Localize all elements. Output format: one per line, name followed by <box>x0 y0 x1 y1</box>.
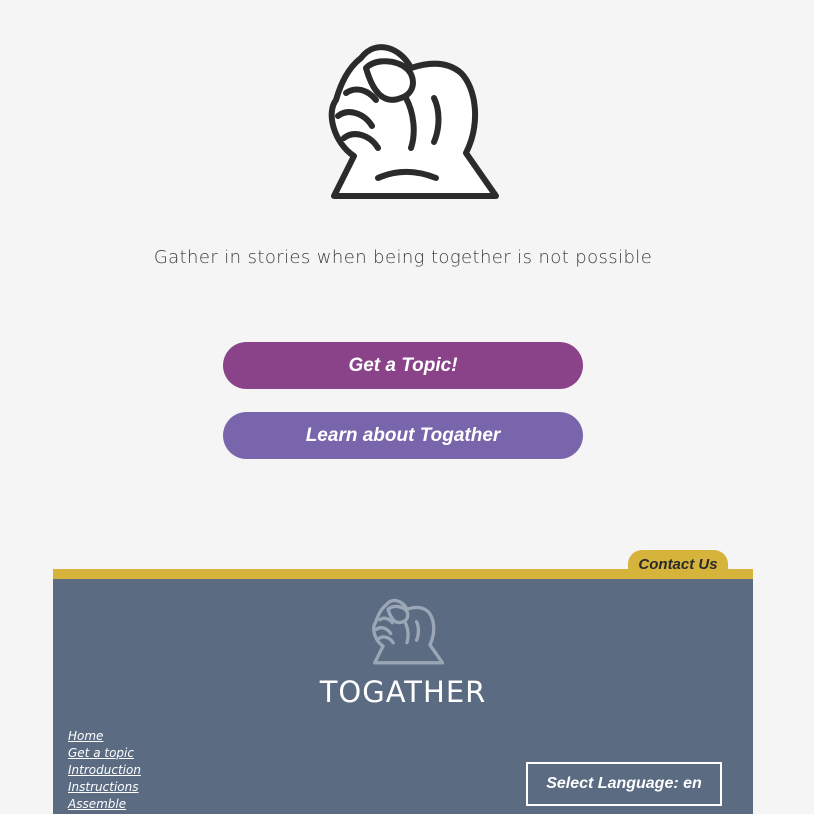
footer-link-introduction[interactable]: Introduction <box>68 763 141 777</box>
get-topic-button[interactable]: Get a Topic! <box>223 342 583 389</box>
footer-link-instructions[interactable]: Instructions <box>68 780 138 794</box>
footer-link-get-topic[interactable]: Get a topic <box>68 746 134 760</box>
footer-brand-title: TOGATHER <box>319 675 487 709</box>
tagline: Gather in stories when being together is… <box>153 247 653 268</box>
footer-link-home[interactable]: Home <box>68 729 103 743</box>
footer: TOGATHER Home Get a topic Introduction I… <box>53 579 753 814</box>
clasped-hands-icon <box>306 38 502 202</box>
footer-link-assemble[interactable]: Assemble <box>68 797 126 811</box>
learn-about-button[interactable]: Learn about Togather <box>223 412 583 459</box>
select-language-button[interactable]: Select Language: en <box>526 762 722 806</box>
footer-nav: Home Get a topic Introduction Instructio… <box>68 727 141 812</box>
clasped-hands-icon <box>363 596 445 666</box>
footer-accent-stripe <box>53 569 753 579</box>
